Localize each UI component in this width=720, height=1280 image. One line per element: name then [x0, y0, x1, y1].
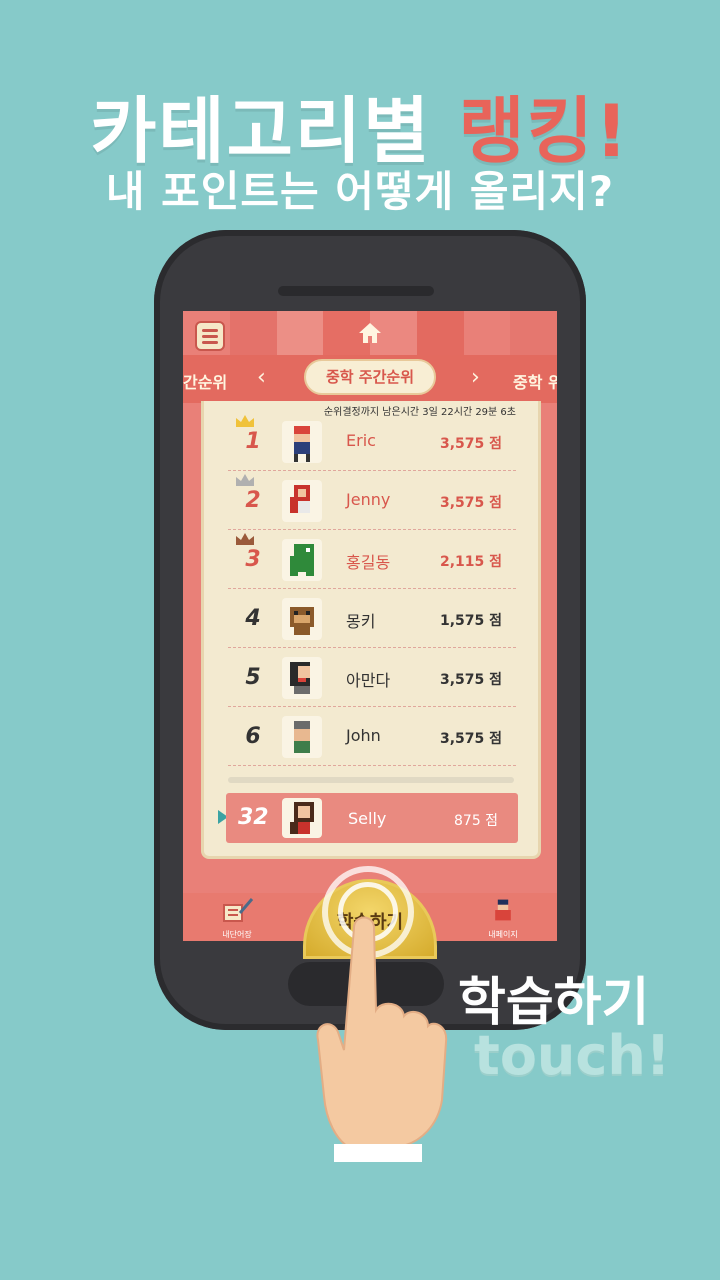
- rank-number: 3: [245, 547, 261, 572]
- ranking-board: 순위결정까지 남은시간 3일 22시간 29분 6초 1 Eric 3,575 …: [201, 401, 541, 859]
- player-score: 3,575 점: [440, 495, 503, 511]
- player-score: 2,115 점: [440, 554, 503, 570]
- phone-speaker: [278, 286, 434, 296]
- player-name: John: [346, 726, 381, 745]
- player-score: 3,575 점: [440, 436, 503, 452]
- avatar: [282, 539, 322, 581]
- nav-wordbook-label: 내단어장: [222, 930, 252, 939]
- ranking-tab-bar: 간순위 ‹ 중학 주간순위 › 중학 위: [183, 355, 557, 403]
- crown-icon: [236, 415, 254, 427]
- ranking-row[interactable]: 4 몽키 1,575 점: [228, 590, 516, 648]
- player-score: 1,575 점: [440, 613, 503, 629]
- avatar: [282, 480, 322, 522]
- hand-pointer-icon: [316, 916, 448, 1162]
- nav-mypage-label: 내페이지: [488, 930, 518, 939]
- rank-number: 5: [245, 665, 261, 690]
- rank-number: 1: [245, 429, 261, 454]
- my-player-name: Selly: [348, 809, 387, 828]
- player-name: 아만다: [346, 671, 391, 690]
- ranking-row[interactable]: 6 John 3,575 점: [228, 708, 516, 766]
- player-name: 몽키: [346, 612, 376, 631]
- crown-icon: [236, 474, 254, 486]
- ranking-row[interactable]: 3 홍길동 2,115 점: [228, 531, 516, 589]
- chevron-right-icon[interactable]: ›: [471, 365, 480, 390]
- home-icon[interactable]: [359, 323, 381, 343]
- nav-mypage[interactable]: 내페이지: [473, 897, 533, 940]
- rank-number: 4: [245, 606, 261, 631]
- player-score: 3,575 점: [440, 672, 503, 688]
- ranking-row[interactable]: 1 Eric 3,575 점: [228, 413, 516, 471]
- my-player-score: 875 점: [454, 813, 499, 829]
- player-name: Eric: [346, 431, 376, 450]
- my-rank-row[interactable]: 32 Selly 875 점: [226, 793, 518, 843]
- promo-subheadline: 내 포인트는 어떻게 올리지?: [105, 167, 615, 216]
- rank-number: 2: [245, 488, 261, 513]
- avatar: [282, 598, 322, 640]
- list-scrollbar[interactable]: [228, 777, 514, 783]
- tab-current[interactable]: 중학 주간순위: [304, 359, 436, 395]
- player-name: 홍길동: [346, 553, 391, 572]
- cta-sub-label: touch!: [474, 1024, 671, 1087]
- menu-icon: [202, 328, 218, 332]
- menu-button[interactable]: [195, 321, 225, 351]
- rank-number: 6: [245, 724, 261, 749]
- avatar: [282, 716, 322, 758]
- chevron-left-icon[interactable]: ‹: [257, 365, 266, 390]
- player-name: Jenny: [346, 490, 391, 509]
- tab-prev-label[interactable]: 간순위: [183, 369, 227, 393]
- app-screen: 간순위 ‹ 중학 주간순위 › 중학 위 순위결정까지 남은시간 3일 22시간…: [183, 311, 557, 941]
- avatar: [282, 798, 322, 838]
- profile-avatar-icon: [495, 899, 511, 921]
- my-rank-number: 32: [238, 805, 269, 830]
- avatar: [282, 657, 322, 699]
- crown-icon: [236, 533, 254, 545]
- nav-wordbook[interactable]: 내단어장: [207, 897, 267, 940]
- ranking-row[interactable]: 2 Jenny 3,575 점: [228, 472, 516, 530]
- avatar: [282, 421, 322, 463]
- pencil-notebook-icon: [223, 898, 254, 922]
- ranking-row[interactable]: 5 아만다 3,575 점: [228, 649, 516, 707]
- player-score: 3,575 점: [440, 731, 503, 747]
- tab-next-label[interactable]: 중학 위: [513, 369, 557, 393]
